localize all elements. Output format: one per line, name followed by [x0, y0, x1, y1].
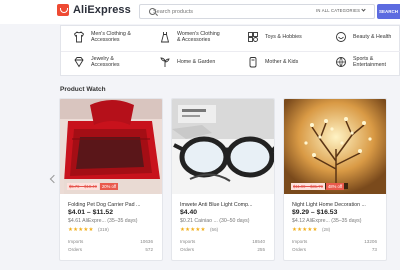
shipping-info: $0.21 Cainiao ... (30–50 days): [180, 218, 250, 224]
category-label: Sports &: [353, 56, 374, 62]
imports-label: Imports: [180, 239, 196, 244]
product-price: $9.29 – $16.53: [292, 209, 338, 216]
shirt-icon: [73, 31, 85, 43]
category-toys-hobbies[interactable]: Toys & Hobbies: [247, 31, 302, 43]
orders-label: Orders: [68, 247, 83, 252]
category-label: Toys & Hobbies: [265, 33, 302, 40]
chevron-down-icon: [361, 7, 366, 12]
product-title[interactable]: Night Light Home Decoration ...: [292, 202, 366, 208]
category-mens-clothing[interactable]: Men's Clothing & Accessories: [73, 31, 131, 44]
category-label: Accessories: [91, 37, 120, 44]
toy-icon: [247, 31, 259, 43]
top-header: AliExpress IN ALL CATEGORIES SEARCH: [0, 0, 400, 24]
category-sports[interactable]: Sports & Entertainment: [335, 56, 386, 69]
search-button[interactable]: SEARCH: [377, 4, 400, 19]
product-title[interactable]: Imwete Anti Blue Light Comp...: [180, 202, 252, 208]
product-price: $4.40: [180, 209, 198, 216]
category-select[interactable]: IN ALL CATEGORIES: [316, 7, 366, 13]
imports-value: 10636: [140, 239, 153, 244]
brand-name: AliExpress: [73, 4, 131, 16]
product-card[interactable]: $11.99 – $31.79 48% off Night Light Home…: [283, 98, 387, 261]
category-label: Beauty & Health: [353, 33, 392, 40]
shopping-bag-icon: [57, 4, 69, 16]
category-mother-kids[interactable]: Mother & Kids: [247, 56, 298, 68]
review-count: (56): [210, 227, 219, 232]
category-label: Entertainment: [353, 62, 386, 69]
imports-value: 13206: [364, 239, 377, 244]
shipping-info: $4.61 AliExpre... (35–35 days): [68, 218, 138, 224]
orders-value: 572: [145, 247, 153, 252]
sports-icon: [335, 56, 347, 68]
category-label: Men's Clothing &: [91, 31, 131, 37]
review-count: (28): [322, 227, 331, 232]
rating-stars: ★★★★★: [292, 227, 318, 233]
beauty-icon: [335, 31, 347, 43]
baby-icon: [247, 56, 259, 68]
discount-badge: 20% off: [99, 183, 119, 190]
aliexpress-logo[interactable]: AliExpress: [57, 4, 131, 16]
shipping-info: $4.12 AliExpre... (35–35 days): [292, 218, 362, 224]
product-image: [284, 99, 386, 194]
category-select-label: IN ALL CATEGORIES: [316, 8, 361, 13]
orders-value: 73: [371, 247, 377, 252]
plant-icon: [159, 56, 171, 68]
price-tag: $5.79 – $18.49 20% off: [67, 183, 119, 190]
category-panel: Men's Clothing & Accessories Women's Clot…: [60, 25, 400, 76]
orders-value: 255: [257, 247, 265, 252]
imports-label: Imports: [292, 239, 308, 244]
orders-label: Orders: [180, 247, 195, 252]
category-label: Mother & Kids: [265, 58, 299, 65]
category-home-garden[interactable]: Home & Garden: [159, 56, 215, 68]
product-title[interactable]: Folding Pet Dog Carrier Pad ...: [68, 202, 140, 208]
jewelry-icon: [73, 56, 85, 68]
imports-value: 18540: [252, 239, 265, 244]
price-tag: $11.99 – $31.79 48% off: [291, 183, 345, 190]
imports-label: Imports: [68, 239, 84, 244]
rating-stars: ★★★★★: [180, 227, 206, 233]
product-price: $4.01 – $11.52: [68, 209, 113, 216]
review-count: (319): [98, 227, 109, 232]
product-image: [60, 99, 162, 194]
category-beauty-health[interactable]: Beauty & Health: [335, 31, 391, 43]
divider: [61, 51, 400, 52]
category-label: Home & Garden: [177, 58, 216, 65]
section-title: Product Watch: [60, 86, 106, 93]
category-womens-clothing[interactable]: Women's Clothing & Accessories: [159, 31, 220, 44]
category-jewelry[interactable]: Jewelry & Accessories: [73, 56, 120, 69]
product-card[interactable]: Imwete Anti Blue Light Comp... $4.40 $0.…: [171, 98, 275, 261]
category-label: Women's Clothing: [177, 31, 220, 37]
category-label: Accessories: [91, 62, 120, 69]
old-price: $11.99 – $31.79: [291, 183, 325, 190]
dress-icon: [159, 31, 171, 43]
product-card[interactable]: $5.79 – $18.49 20% off Folding Pet Dog C…: [59, 98, 163, 261]
category-label: & Accessories: [177, 37, 211, 44]
orders-label: Orders: [292, 247, 307, 252]
search-input[interactable]: [153, 5, 308, 18]
product-image: [172, 99, 274, 194]
carousel-prev-arrow[interactable]: [49, 174, 59, 184]
discount-badge: 48% off: [325, 183, 345, 190]
old-price: $5.79 – $18.49: [67, 183, 99, 190]
search-bar: IN ALL CATEGORIES: [139, 4, 375, 19]
rating-stars: ★★★★★: [68, 227, 94, 233]
category-label: Jewelry &: [91, 56, 114, 62]
